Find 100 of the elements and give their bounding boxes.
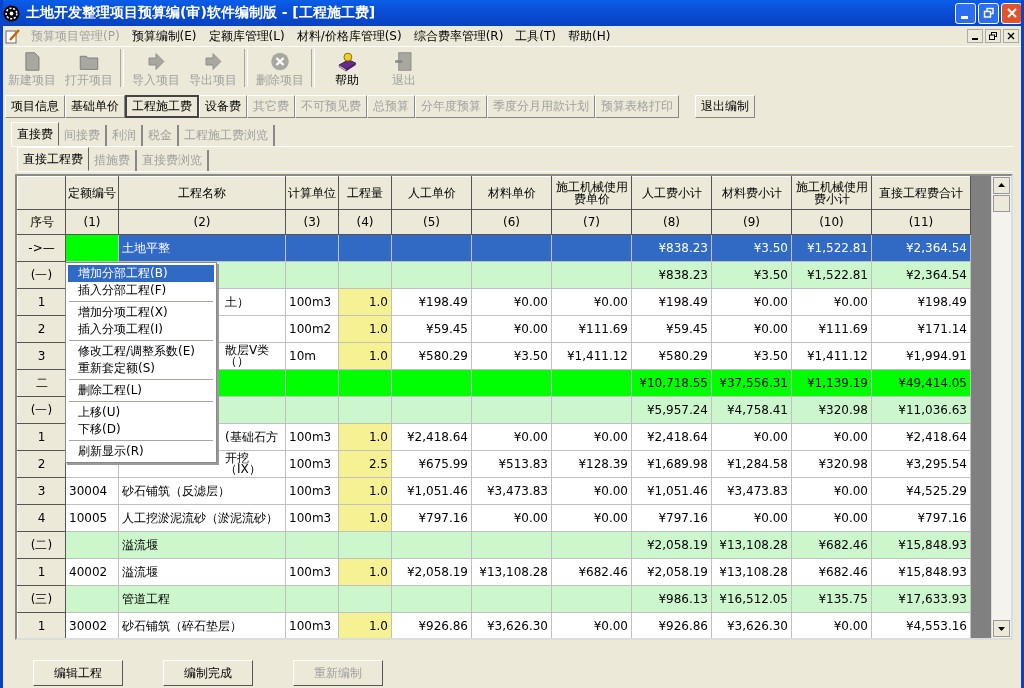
menu-item[interactable]: 定额库管理(L) [202, 27, 291, 45]
action-button[interactable]: 编制完成 [163, 660, 253, 686]
table-cell: ¥2,058.19 [631, 558, 712, 586]
table-cell: ¥128.39 [551, 450, 632, 478]
table-cell: ¥2,418.64 [391, 423, 472, 451]
table-cell: ¥3,295.54 [871, 450, 971, 478]
table-cell: ¥16,512.05 [711, 585, 792, 613]
table-cell: ¥926.86 [391, 612, 472, 638]
table-cell: ¥2,364.54 [871, 234, 971, 262]
table-cell: ¥1,139.19 [791, 369, 872, 397]
table-cell: ¥797.16 [871, 504, 971, 532]
table-cell: ¥3,473.83 [471, 477, 552, 505]
table-cell: ¥580.29 [391, 342, 472, 370]
table-cell: ¥0.00 [791, 288, 872, 316]
column-header: 施工机械使用费小计 [791, 176, 872, 210]
menu-item[interactable]: 预算编制(E) [125, 27, 203, 45]
table-cell: ¥320.98 [791, 396, 872, 424]
table-cell: ¥675.99 [391, 450, 472, 478]
row-number-cell: 2 [17, 315, 66, 343]
minimize-button[interactable] [967, 29, 983, 43]
scrollbar-thumb[interactable] [993, 195, 1010, 212]
row-number-cell: 1 [17, 288, 66, 316]
row-number-cell: (一) [17, 261, 66, 289]
table-cell: 砂石铺筑（反滤层） [118, 477, 286, 505]
table-cell: ¥682.46 [551, 558, 632, 586]
section-button[interactable]: 项目信息 [5, 94, 65, 118]
table-cell: ¥1,411.12 [791, 342, 872, 370]
table-cell: ¥3.50 [711, 342, 792, 370]
row-number-cell: 3 [17, 477, 66, 505]
column-header: 工程量 [338, 176, 392, 210]
column-header: 工程名称 [118, 176, 286, 210]
column-header: 施工机械使用费单价 [551, 176, 632, 210]
context-menu-item[interactable]: 上移(U) [68, 404, 214, 421]
exit-door-icon [392, 51, 415, 72]
menu-item[interactable]: 帮助(H) [562, 27, 617, 45]
toolbar-button[interactable]: 帮助 [318, 49, 375, 89]
table-cell: ¥49,414.05 [871, 369, 971, 397]
restore-icon [989, 32, 997, 40]
scroll-down-icon[interactable] [993, 620, 1010, 637]
table-cell: ¥15,848.93 [871, 531, 971, 559]
section-button[interactable]: 设备费 [199, 94, 247, 118]
table-cell: ¥0.00 [551, 612, 632, 638]
table-cell: 土地平整 [118, 234, 286, 262]
exit-editing-button[interactable]: 退出编制 [695, 94, 755, 118]
column-header: 材料费小计 [711, 176, 792, 210]
close-button[interactable] [1003, 29, 1019, 43]
table-cell: ¥5,957.24 [631, 396, 712, 424]
tab[interactable]: 直接费 [11, 122, 59, 146]
table-cell: ¥2,058.19 [391, 558, 472, 586]
section-button[interactable]: 工程施工费 [125, 94, 199, 118]
app-emblem-icon [3, 4, 20, 22]
delete-icon [268, 51, 291, 72]
table-cell: ¥4,758.41 [711, 396, 792, 424]
table-cell: ¥838.23 [631, 234, 712, 262]
table-cell: ¥1,994.91 [871, 342, 971, 370]
table-cell: ¥3.50 [471, 342, 552, 370]
table-cell: ¥15,848.93 [871, 558, 971, 586]
row-number-cell: 2 [17, 450, 66, 478]
scroll-up-icon[interactable] [993, 177, 1010, 194]
restore-button[interactable] [985, 29, 1001, 43]
menu-item[interactable]: 工具(T) [509, 27, 563, 45]
table-cell: ¥2,418.64 [871, 423, 971, 451]
column-header: 人工费小计 [631, 176, 712, 210]
table-cell: ¥0.00 [791, 612, 872, 638]
table-cell: ¥0.00 [471, 288, 552, 316]
table-cell: ¥1,051.46 [631, 477, 712, 505]
column-header: (10) [791, 209, 872, 235]
table-cell: ¥0.00 [711, 504, 792, 532]
context-menu-item[interactable]: 删除工程(L) [68, 382, 214, 399]
context-menu-item[interactable]: 增加分部工程(B) [68, 265, 214, 282]
vertical-scrollbar[interactable] [991, 176, 1011, 638]
menu-item[interactable]: 材料/价格库管理(S) [290, 27, 408, 45]
table-cell: ¥0.00 [791, 477, 872, 505]
restore-icon [982, 7, 995, 19]
table-cell: ¥13,108.28 [711, 531, 792, 559]
tab[interactable]: 直接工程费 [17, 147, 89, 171]
table-cell: ¥3,626.30 [471, 612, 552, 638]
column-header: (11) [871, 209, 971, 235]
close-icon [1007, 32, 1015, 40]
table-cell: ¥1,411.12 [551, 342, 632, 370]
menu-item[interactable]: 综合费率管理(R) [407, 27, 510, 45]
table-cell: ¥926.86 [631, 612, 712, 638]
table-cell: ¥3.50 [711, 261, 792, 289]
table-cell: 管道工程 [118, 585, 286, 613]
table-cell: ¥2,364.54 [871, 261, 971, 289]
column-header: (7) [551, 209, 632, 235]
table-cell: ¥0.00 [551, 288, 632, 316]
table-cell: ¥1,522.81 [791, 261, 872, 289]
row-number-cell: 3 [17, 342, 66, 370]
context-menu-item[interactable]: 插入分项工程(I) [68, 321, 214, 338]
row-number-cell: (三) [17, 585, 66, 613]
table-cell: ¥198.49 [871, 288, 971, 316]
section-button[interactable]: 基础单价 [65, 94, 125, 118]
table-cell: ¥111.69 [791, 315, 872, 343]
help-book-icon [335, 51, 358, 72]
table-cell: 溢流堰 [118, 531, 286, 559]
action-button[interactable]: 编辑工程 [33, 660, 123, 686]
table-cell: ¥2,058.19 [631, 531, 712, 559]
row-number-cell: ->— [17, 234, 66, 262]
close-icon [1005, 7, 1018, 19]
